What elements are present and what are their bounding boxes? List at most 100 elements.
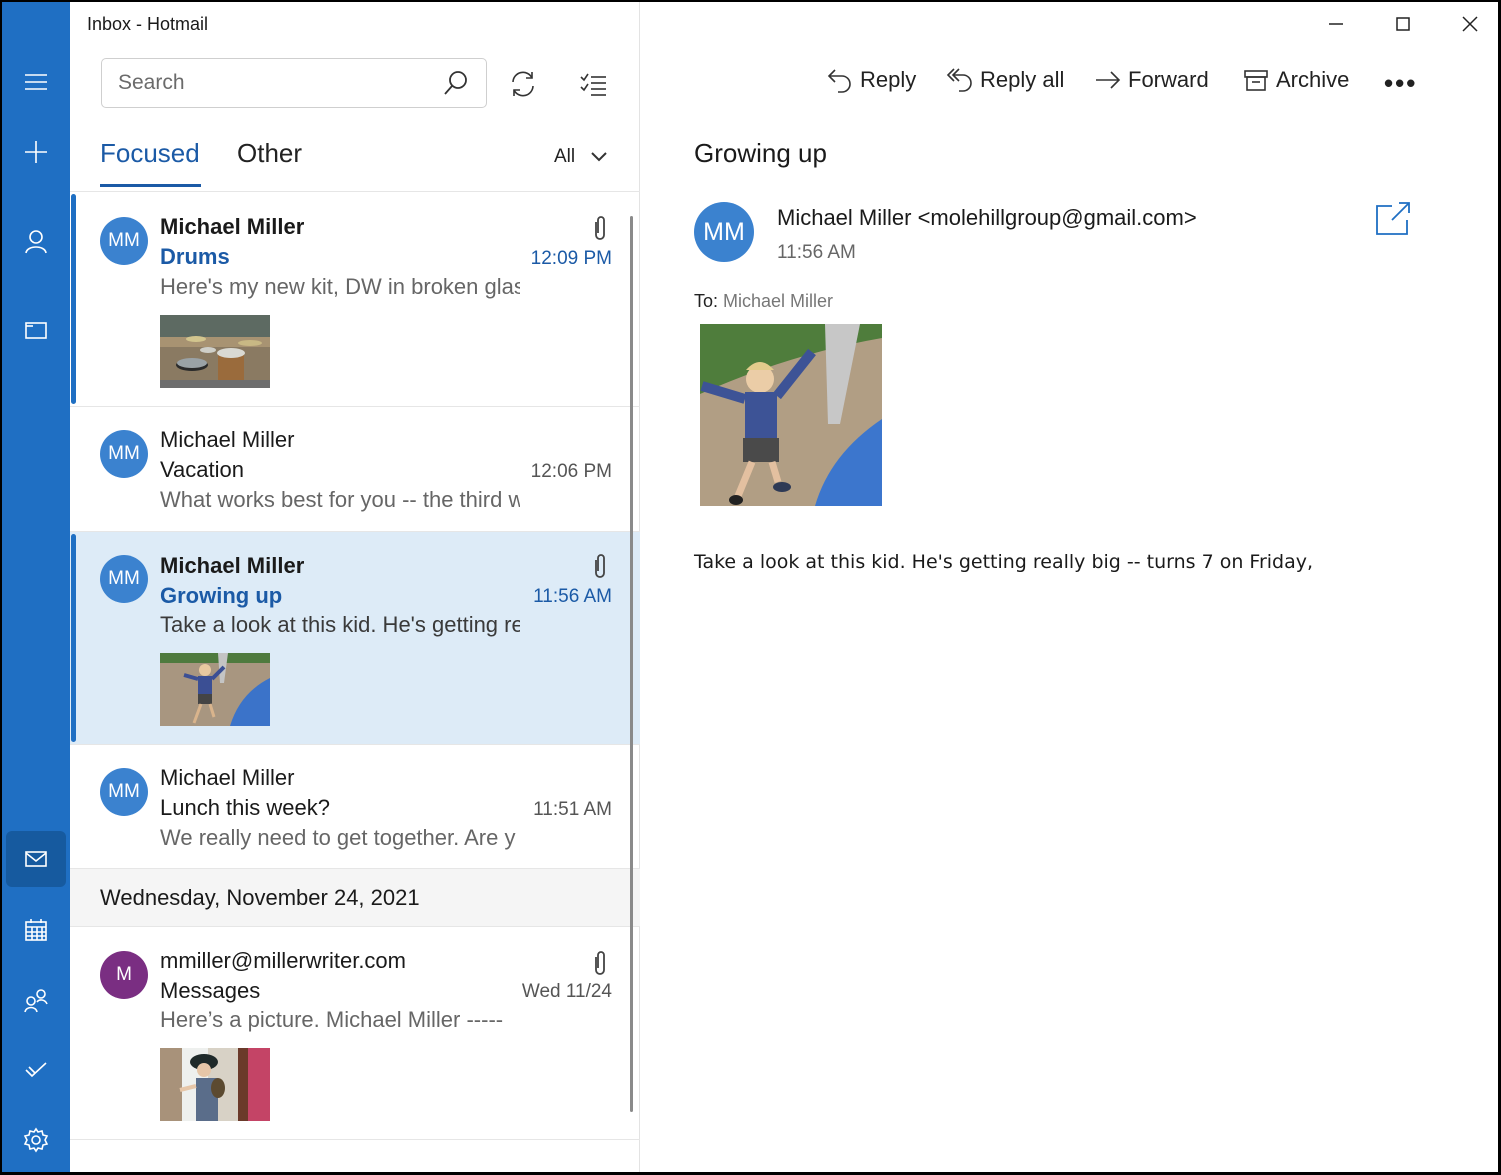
sync-icon bbox=[512, 71, 534, 97]
todo-check-icon bbox=[25, 1062, 47, 1078]
avatar: MM bbox=[100, 430, 148, 478]
settings-button[interactable] bbox=[6, 1112, 66, 1168]
archive-label: Archive bbox=[1276, 67, 1350, 92]
inline-image-kid[interactable] bbox=[700, 324, 882, 506]
message-time: Wed 11/24 bbox=[521, 981, 612, 1002]
maximize-icon bbox=[1396, 17, 1410, 31]
message-subject: Lunch this week? bbox=[160, 795, 330, 820]
plus-icon bbox=[25, 141, 47, 163]
message-time: 12:06 PM bbox=[530, 461, 612, 482]
mail-button[interactable] bbox=[6, 831, 66, 887]
search-icon[interactable] bbox=[442, 69, 470, 97]
message-subject: Growing up bbox=[160, 583, 283, 608]
minimize-icon bbox=[1329, 23, 1343, 25]
tab-other[interactable]: Other bbox=[237, 138, 302, 169]
recipient-name[interactable]: Michael Miller bbox=[723, 291, 833, 311]
people-button[interactable] bbox=[6, 972, 66, 1028]
attachment-thumbnail-picture[interactable] bbox=[160, 1048, 270, 1121]
navigation-rail bbox=[2, 2, 70, 1172]
tab-focused[interactable]: Focused bbox=[100, 138, 200, 169]
open-in-new-window-button[interactable] bbox=[1374, 200, 1414, 240]
filter-selected-value: All bbox=[554, 146, 576, 167]
new-mail-button[interactable] bbox=[6, 124, 66, 180]
to-label: To: bbox=[694, 291, 719, 311]
forward-label: Forward bbox=[1128, 67, 1209, 92]
close-button[interactable] bbox=[1450, 8, 1490, 40]
more-actions-button[interactable]: ••• bbox=[1384, 68, 1417, 99]
message-time: 11:51 AM bbox=[533, 799, 612, 820]
message-subject: Drums bbox=[160, 244, 230, 269]
accounts-button[interactable] bbox=[6, 213, 66, 269]
reply-all-label: Reply all bbox=[980, 67, 1065, 92]
calendar-icon bbox=[25, 919, 47, 941]
message-preview: Here's my new kit, DW in broken glas bbox=[160, 274, 520, 299]
folders-button[interactable] bbox=[6, 302, 66, 358]
reply-all-icon bbox=[946, 68, 972, 92]
attachment-indicator bbox=[590, 552, 610, 580]
selection-mode-button[interactable] bbox=[573, 64, 613, 104]
sender-avatar: MM bbox=[694, 202, 754, 262]
message-item[interactable]: M mmiller@millerwriter.com Messages Wed … bbox=[70, 927, 640, 1140]
message-list-pane: Inbox - Hotmail Focused Other All MM Mic… bbox=[70, 2, 640, 1172]
people-icon bbox=[24, 989, 48, 1013]
person-icon bbox=[25, 230, 47, 254]
message-sender: mmiller@millerwriter.com bbox=[160, 948, 406, 973]
email-body-text: Take a look at this kid. He's getting re… bbox=[694, 551, 1314, 573]
popout-icon bbox=[1376, 202, 1410, 235]
message-sender: Michael Miller bbox=[160, 214, 305, 239]
close-icon bbox=[1462, 16, 1478, 32]
archive-box-icon bbox=[1244, 70, 1268, 91]
sender-name-address[interactable]: Michael Miller <molehillgroup@gmail.com> bbox=[777, 205, 1197, 231]
message-preview: Take a look at this kid. He's getting re bbox=[160, 612, 520, 637]
todo-button[interactable] bbox=[6, 1042, 66, 1098]
archive-button[interactable]: Archive bbox=[1242, 66, 1349, 94]
search-input[interactable] bbox=[118, 71, 442, 95]
selected-indicator bbox=[71, 534, 76, 742]
message-preview: Here’s a picture. Michael Miller ----- bbox=[160, 1007, 504, 1032]
message-preview: What works best for you -- the third w bbox=[160, 487, 520, 512]
sync-button[interactable] bbox=[503, 64, 543, 104]
active-tab-indicator bbox=[100, 184, 201, 187]
mail-app-window: Inbox - Hotmail Focused Other All MM Mic… bbox=[2, 2, 1498, 1172]
email-time: 11:56 AM bbox=[777, 242, 856, 263]
message-item[interactable]: MM Michael Miller Lunch this week? 11:51… bbox=[70, 745, 640, 869]
attachment-thumbnail-kid[interactable] bbox=[160, 653, 270, 726]
reply-all-button[interactable]: Reply all bbox=[946, 66, 1064, 94]
reply-icon bbox=[827, 69, 851, 93]
message-item[interactable]: MM Michael Miller Vacation 12:06 PM What… bbox=[70, 407, 640, 532]
message-sender: Michael Miller bbox=[160, 765, 295, 790]
avatar: MM bbox=[100, 217, 148, 265]
message-subject: Messages bbox=[160, 978, 261, 1003]
chevron-down-icon bbox=[591, 152, 607, 162]
minimize-button[interactable] bbox=[1316, 8, 1356, 40]
calendar-button[interactable] bbox=[6, 902, 66, 958]
avatar: MM bbox=[100, 555, 148, 603]
message-time: 11:56 AM bbox=[533, 586, 612, 607]
folder-icon bbox=[25, 322, 47, 339]
hamburger-menu-icon bbox=[25, 74, 47, 90]
reading-pane: Reply Reply all Forward Archive ••• Grow… bbox=[641, 2, 1498, 1172]
reply-label: Reply bbox=[860, 67, 917, 92]
email-subject-heading: Growing up bbox=[694, 138, 827, 168]
message-subject: Vacation bbox=[160, 457, 244, 482]
maximize-button[interactable] bbox=[1383, 8, 1423, 40]
message-preview: We really need to get together. Are y bbox=[160, 825, 516, 850]
message-item[interactable]: MM Michael Miller Drums 12:09 PM Here's … bbox=[70, 192, 640, 407]
filter-dropdown[interactable]: All bbox=[554, 146, 609, 168]
avatar: M bbox=[100, 951, 148, 999]
date-group-header: Wednesday, November 24, 2021 bbox=[70, 869, 640, 927]
paperclip-icon bbox=[595, 554, 605, 578]
recipients-line: To: Michael Miller bbox=[694, 291, 833, 312]
message-time: 12:09 PM bbox=[530, 248, 612, 269]
search-box[interactable] bbox=[101, 58, 487, 108]
attachment-thumbnail-drums[interactable] bbox=[160, 315, 270, 388]
forward-button[interactable]: Forward bbox=[1094, 66, 1209, 94]
message-list-scrollbar[interactable] bbox=[630, 216, 633, 1112]
attachment-indicator bbox=[590, 949, 610, 977]
reply-button[interactable]: Reply bbox=[826, 66, 916, 94]
paperclip-icon bbox=[595, 216, 605, 240]
message-item-selected[interactable]: MM Michael Miller Growing up 11:56 AM Ta… bbox=[70, 532, 640, 745]
mail-icon bbox=[25, 851, 47, 867]
menu-button[interactable] bbox=[6, 54, 66, 110]
forward-arrow-icon bbox=[1096, 71, 1121, 89]
